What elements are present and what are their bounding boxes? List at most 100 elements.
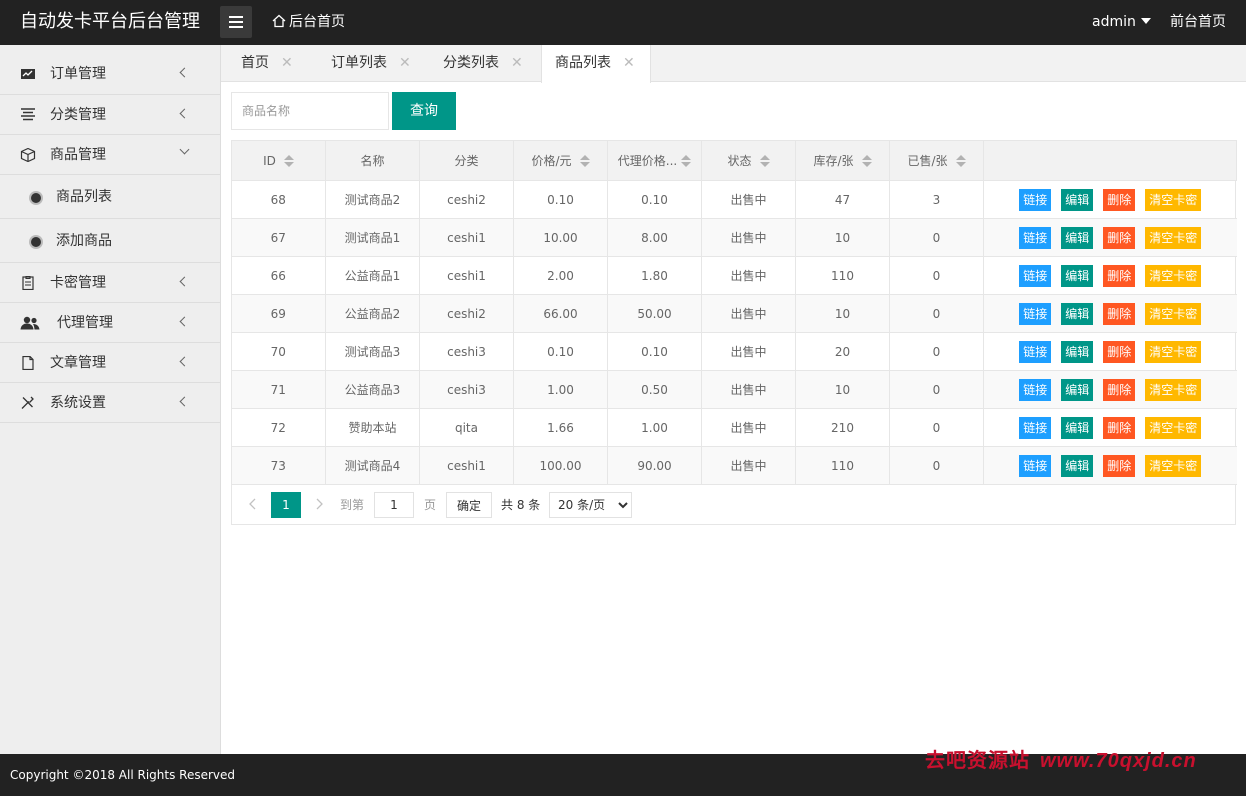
column-header-id[interactable]: ID [231,140,326,181]
chevron-left-icon [179,396,190,407]
tab-products[interactable]: 商品列表 ✕ [541,45,651,83]
total-count: 共 8 条 [501,498,541,512]
clear-keys-button[interactable]: 清空卡密 [1145,340,1202,363]
delete-button[interactable]: 删除 [1103,226,1136,249]
clear-keys-button[interactable]: 清空卡密 [1145,454,1202,477]
cell-actions: 链接 编辑 删除 清空卡密 [983,446,1237,485]
sidebar-item-products[interactable]: 商品管理 [0,135,220,175]
link-button[interactable]: 链接 [1019,226,1052,249]
sidebar-item-articles[interactable]: 文章管理 [0,343,220,383]
link-button[interactable]: 链接 [1019,416,1052,439]
sidebar-subitem-product-list[interactable]: 商品列表 [0,175,220,219]
sort-icon[interactable] [955,155,966,167]
sidebar-item-label: 分类管理 [50,107,106,123]
link-button[interactable]: 链接 [1019,188,1052,211]
cell-stock: 10 [795,294,890,333]
cell-sold: 0 [889,408,984,447]
edit-button[interactable]: 编辑 [1061,416,1094,439]
close-icon[interactable]: ✕ [623,55,635,71]
cell-category: ceshi2 [419,180,514,219]
sidebar-subitem-label: 添加商品 [56,233,112,249]
delete-button[interactable]: 删除 [1103,264,1136,287]
frontend-home-link[interactable]: 前台首页 [1170,0,1226,45]
link-button[interactable]: 链接 [1019,264,1052,287]
sidebar-item-card-keys[interactable]: 卡密管理 [0,263,220,303]
menu-toggle-button[interactable] [220,6,252,38]
close-icon[interactable]: ✕ [511,55,523,71]
user-menu[interactable]: admin [1092,0,1151,45]
column-header-agent-price[interactable]: 代理价格... [607,140,702,181]
link-button[interactable]: 链接 [1019,340,1052,363]
cell-status: 出售中 [701,446,796,485]
delete-button[interactable]: 删除 [1103,340,1136,363]
delete-button[interactable]: 删除 [1103,188,1136,211]
close-icon[interactable]: ✕ [399,55,411,71]
sort-icon[interactable] [579,155,590,167]
delete-button[interactable]: 删除 [1103,302,1136,325]
sidebar-item-label: 商品管理 [50,147,106,163]
cell-category: ceshi3 [419,370,514,409]
edit-button[interactable]: 编辑 [1061,188,1094,211]
column-header-status[interactable]: 状态 [701,140,796,181]
delete-button[interactable]: 删除 [1103,454,1136,477]
close-icon[interactable]: ✕ [281,55,293,71]
sidebar-item-agents[interactable]: 代理管理 [0,303,220,343]
column-header-price[interactable]: 价格/元 [513,140,608,181]
clear-keys-button[interactable]: 清空卡密 [1145,188,1202,211]
clear-keys-button[interactable]: 清空卡密 [1145,264,1202,287]
link-button[interactable]: 链接 [1019,302,1052,325]
edit-button[interactable]: 编辑 [1061,454,1094,477]
cell-name: 公益商品1 [325,256,420,295]
cell-actions: 链接 编辑 删除 清空卡密 [983,180,1237,219]
edit-button[interactable]: 编辑 [1061,340,1094,363]
page-number-current[interactable]: 1 [271,492,301,518]
clear-keys-button[interactable]: 清空卡密 [1145,378,1202,401]
clear-keys-button[interactable]: 清空卡密 [1145,226,1202,249]
tab-label: 分类列表 [443,55,499,71]
delete-button[interactable]: 删除 [1103,378,1136,401]
search-button[interactable]: 查询 [392,92,456,130]
delete-button[interactable]: 删除 [1103,416,1136,439]
link-button[interactable]: 链接 [1019,378,1052,401]
cell-price: 10.00 [513,218,608,257]
clear-keys-button[interactable]: 清空卡密 [1145,302,1202,325]
column-header-sold[interactable]: 已售/张 [889,140,984,181]
watermark-name: 去吧资源站 [925,750,1030,772]
pagination: 1 到第 页 确定 共 8 条 20 条/页 [232,486,1236,524]
sidebar-item-orders[interactable]: 订单管理 [0,45,220,95]
cell-name: 测试商品3 [325,332,420,371]
product-name-input[interactable] [231,92,389,130]
tab-categories[interactable]: 分类列表 ✕ [443,45,523,82]
cell-agent-price: 8.00 [607,218,702,257]
sort-icon[interactable] [681,155,692,167]
sidebar-item-categories[interactable]: 分类管理 [0,95,220,135]
cell-id: 70 [231,332,326,371]
app-logo: 自动发卡平台后台管理 [20,11,200,32]
cell-category: ceshi1 [419,256,514,295]
cell-actions: 链接 编辑 删除 清空卡密 [983,256,1237,295]
tab-orders[interactable]: 订单列表 ✕ [331,45,411,82]
sort-icon[interactable] [283,154,294,167]
tab-label: 订单列表 [331,55,387,71]
sidebar-item-settings[interactable]: 系统设置 [0,383,220,423]
edit-button[interactable]: 编辑 [1061,226,1094,249]
goto-confirm-button[interactable]: 确定 [446,492,492,518]
tab-home[interactable]: 首页 ✕ [241,45,293,82]
backend-home-link[interactable]: 后台首页 [272,0,345,45]
sort-icon[interactable] [759,155,770,167]
cell-price: 0.10 [513,332,608,371]
next-page-button[interactable] [316,492,326,518]
cell-stock: 110 [795,256,890,295]
sidebar-subitem-add-product[interactable]: 添加商品 [0,219,220,263]
edit-button[interactable]: 编辑 [1061,302,1094,325]
edit-button[interactable]: 编辑 [1061,378,1094,401]
edit-button[interactable]: 编辑 [1061,264,1094,287]
cell-sold: 3 [889,180,984,219]
column-header-stock[interactable]: 库存/张 [795,140,890,181]
sort-icon[interactable] [861,155,872,167]
link-button[interactable]: 链接 [1019,454,1052,477]
page-size-select[interactable]: 20 条/页 [549,492,632,518]
goto-page-input[interactable] [374,492,414,518]
prev-page-button[interactable] [248,492,258,518]
clear-keys-button[interactable]: 清空卡密 [1145,416,1202,439]
